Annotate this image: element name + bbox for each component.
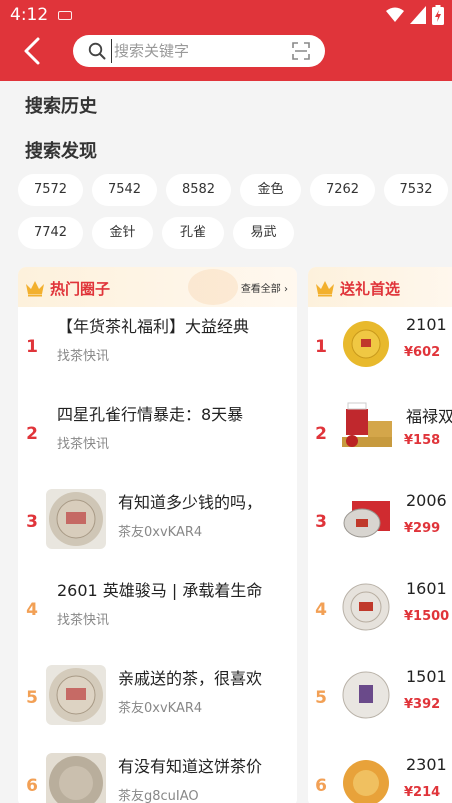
hot-circle-title: 热门圈子 [50,280,111,298]
gift-pick-card: 送礼首选 1 2101 ¥602 2 福禄双 ¥158 3 2006 ¥299 … [308,267,452,803]
post-title: 亲戚送的茶，很喜欢 [118,669,263,688]
rank-number: 2 [26,424,38,444]
post-title: 有知道多少钱的吗， [118,493,263,512]
post-title: 【年货茶礼福利】大益经典 [57,317,250,336]
top-bar: 4:12 [0,0,452,81]
hot-circle-header: 热门圈子 查看全部 › [18,267,297,307]
discover-chip[interactable]: 金针 [92,217,153,249]
post-author: 找茶快讯 [57,613,110,628]
product-price: ¥602 [404,345,441,360]
discover-chip[interactable]: 7572 [18,174,83,206]
product-title: 2301 [406,755,447,774]
product-image [342,402,392,447]
search-box[interactable] [73,35,325,67]
product-title: 2006 [406,491,447,510]
rank-number: 5 [26,688,38,708]
rank-number: 6 [315,776,327,796]
rank-number: 4 [26,600,38,620]
crown-icon [26,281,44,297]
search-icon [88,42,106,60]
post-author: 茶友0xvKAR4 [118,525,203,540]
product-price: ¥299 [404,521,441,536]
rank-number: 3 [315,512,327,532]
product-image [343,760,389,803]
rank-number: 4 [315,600,327,620]
status-bar: 4:12 [0,0,452,30]
product-price: ¥158 [404,433,441,448]
wifi-icon [386,7,404,22]
post-thumbnail [46,753,106,803]
rank-number: 6 [26,776,38,796]
rank-number: 3 [26,512,38,532]
search-input[interactable] [111,39,281,63]
header-decoration [188,269,238,305]
product-image [342,671,390,719]
post-title: 2601 英雄骏马 | 承载着生命 [57,581,263,600]
discover-chip[interactable]: 金色 [240,174,301,206]
discover-chip[interactable]: 7742 [18,217,83,249]
discover-chip[interactable]: 8582 [166,174,231,206]
status-time: 4:12 [10,5,49,25]
back-arrow-icon[interactable] [20,36,48,66]
battery-charging-icon [432,5,444,25]
gift-pick-header: 送礼首选 [308,267,452,307]
search-discover-title: 搜索发现 [25,141,97,162]
product-title: 2101 [406,315,447,334]
rank-number: 1 [315,337,327,357]
signal-icon [410,6,426,24]
product-title: 1601 [406,579,447,598]
rank-number: 1 [26,337,38,357]
product-image [342,583,390,631]
keyboard-icon [58,11,72,20]
rank-number: 2 [315,424,327,444]
post-thumbnail [46,489,106,549]
scan-icon[interactable] [292,42,310,60]
product-price: ¥1500 [404,609,450,624]
product-image [343,321,389,367]
view-all-link[interactable]: 查看全部 › [241,280,288,295]
post-author: 找茶快讯 [57,437,110,452]
product-title: 1501 [406,667,447,686]
post-thumbnail [46,665,106,725]
product-image [343,501,390,538]
hot-circle-card: 热门圈子 查看全部 › 1 【年货茶礼福利】大益经典 找茶快讯 2 四星孔雀行情… [18,267,297,803]
view-all-label: 查看全部 [240,284,281,295]
gift-pick-title: 送礼首选 [340,280,401,298]
discover-chip[interactable]: 7532 [384,174,448,206]
post-author: 茶友g8cuIAO [118,789,199,803]
post-title: 四星孔雀行情暴走：8天暴 [57,405,244,424]
crown-icon [316,281,334,297]
post-author: 找茶快讯 [57,349,110,364]
product-price: ¥214 [404,785,441,800]
search-history-title: 搜索历史 [25,96,97,117]
discover-chip[interactable]: 7542 [92,174,157,206]
rank-number: 5 [315,688,327,708]
discover-chip[interactable]: 7262 [310,174,375,206]
product-title: 福禄双 [406,407,452,426]
post-author: 茶友0xvKAR4 [118,701,203,716]
product-price: ¥392 [404,697,441,712]
discover-chip[interactable]: 孔雀 [162,217,224,249]
discover-chip[interactable]: 易武 [233,217,294,249]
post-title: 有没有知道这饼茶价 [118,757,263,776]
